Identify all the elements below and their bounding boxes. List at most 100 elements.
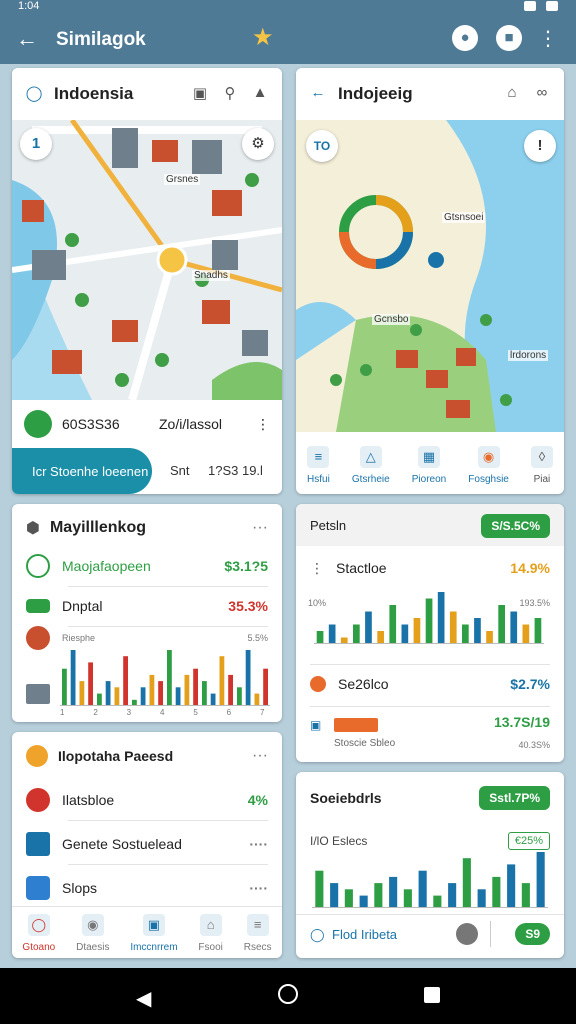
more-horiz-icon[interactable]: ··· <box>252 519 268 537</box>
map-label: Gcnsbo <box>372 314 411 325</box>
list-item[interactable]: Ilatsbloe 4% <box>26 786 268 814</box>
island-map-graphic <box>296 120 564 432</box>
more-vert-icon[interactable]: ⋮ <box>310 560 324 577</box>
list-icon: ≡ <box>307 445 330 468</box>
chart-bar <box>210 693 216 706</box>
chart-x-tick: 6 <box>226 708 232 717</box>
map-label: Snadhs <box>192 270 230 281</box>
map-number-badge[interactable]: 1 <box>20 128 52 160</box>
card-header: ⬢ Mayilllenkog ··· <box>26 516 268 540</box>
more-horiz-icon[interactable]: ··· <box>252 747 268 765</box>
tab-piai[interactable]: ◊ Piai <box>530 445 553 485</box>
places-tabs: ◯ Gtoano ◉ Dtaesis ▣ Imccnrrem ⌂ Fsooi ≡… <box>12 908 282 958</box>
divider <box>12 906 282 907</box>
nav-recents-icon[interactable] <box>424 987 440 1003</box>
stats-card-right[interactable]: Petsln S/S.5C% ⋮ Stactloe 14.9% 10% 193.… <box>296 504 564 762</box>
list-item[interactable]: Genete Sostuelead ···· <box>26 830 268 858</box>
arrow-back-icon[interactable]: ← <box>16 26 38 52</box>
tab-fsooi[interactable]: ⌂ Fsooi <box>198 913 223 953</box>
chart-bar <box>167 650 172 706</box>
map-alert-badge[interactable]: ! <box>524 130 556 162</box>
pill-aside-1: Snt <box>170 463 190 478</box>
tab-dtaesis[interactable]: ◉ Dtaesis <box>76 913 109 953</box>
bar-chart-left <box>60 650 270 706</box>
info-right: Zo/i/lassol <box>159 416 223 432</box>
list-item[interactable]: ⋮ Stactloe 14.9% <box>310 554 550 582</box>
chart-bar <box>365 611 372 644</box>
tab-gtoano[interactable]: ◯ Gtoano <box>22 913 56 953</box>
chart-bar <box>486 631 493 644</box>
row-label: Stoscie Sbleo <box>334 738 396 749</box>
chart-bar <box>374 883 383 908</box>
tab-imccnrrem[interactable]: ▣ Imccnrrem <box>130 913 178 953</box>
link-icon[interactable]: ∞ <box>532 84 552 104</box>
city-map[interactable]: 1 ⚙ Grsnes Snadhs <box>12 118 282 402</box>
list-item[interactable]: Dnptal 35.3% <box>26 592 268 620</box>
more-vert-icon[interactable]: ⋮ <box>256 416 270 433</box>
profile-icon[interactable]: ● <box>452 25 478 51</box>
chart-x-tick: 1 <box>60 708 65 717</box>
tab-label: Fosghsie <box>468 473 509 485</box>
island-map[interactable]: TO ! Gtsnsoei Gcnsbo lrdorons <box>296 120 564 432</box>
chart-bar <box>79 681 85 706</box>
nav-back-icon[interactable]: ◀ <box>136 986 151 1011</box>
compass-icon: ◉ <box>477 445 500 468</box>
tab-fosghsie[interactable]: ◉ Fosghsie <box>468 445 509 485</box>
divider <box>68 626 268 627</box>
chart-bar <box>536 852 545 908</box>
map-card-left[interactable]: ◯ Indoensia ▣ ⚲ ▲ 1 ⚙ Grsnes Snadhs 60S3… <box>12 68 282 494</box>
stats-card-left[interactable]: ⬢ Mayilllenkog ··· Maojafaopeen $3.1?5 D… <box>12 504 282 722</box>
map-title: Indojeeig <box>338 84 413 103</box>
tab-gtsrheie[interactable]: △ Gtsrheie <box>352 445 390 485</box>
orange-dot-icon <box>310 676 326 692</box>
chart-bar <box>462 624 469 644</box>
wifi-icon <box>524 1 536 11</box>
divider <box>310 664 550 665</box>
list-item[interactable]: Se26lco $2.7% <box>310 670 550 698</box>
chart-label: I/lO Eslecs <box>310 834 368 848</box>
map-settings-badge[interactable]: ⚙ <box>242 128 274 160</box>
map-card-right[interactable]: ← Indojeeig ⌂ ∞ TO ! Gtsnsoei Gcnsbo lrd… <box>296 68 564 494</box>
map-filter-badge[interactable]: TO <box>306 130 338 162</box>
map-action-pill[interactable]: Icr Stoenhe loeenen <box>12 448 152 494</box>
compass-icon: ◉ <box>81 913 104 936</box>
tab-hsfui[interactable]: ≡ Hsfui <box>307 445 330 485</box>
pill-aside-2: 1?S3 19.l <box>208 463 263 478</box>
chart-bar <box>377 631 384 644</box>
lock-icon[interactable]: ▣ <box>190 84 210 104</box>
card-title: Soeiebdrls <box>310 790 382 806</box>
star-icon[interactable]: ★ <box>252 23 274 52</box>
gauge-icon[interactable] <box>456 923 478 945</box>
tab-label: Fsooi <box>198 941 223 953</box>
bell-icon[interactable]: ▲ <box>250 84 270 104</box>
chart-bar <box>328 624 336 644</box>
nav-home-icon[interactable] <box>278 984 298 1004</box>
chart-bar <box>175 687 181 706</box>
row-value: 13.7S/19 <box>493 714 550 730</box>
cart-icon[interactable]: ■ <box>496 25 522 51</box>
footer-label[interactable]: Flod Iribeta <box>332 927 397 942</box>
sales-card[interactable]: Soeiebdrls Sstl.7P% I/lO Eslecs €25% ◯ F… <box>296 772 564 958</box>
tab-pioreon[interactable]: ▦ Pioreon <box>412 445 446 485</box>
row-value: $3.1?5 <box>224 558 268 574</box>
more-vert-icon[interactable]: ⋮ <box>538 26 558 51</box>
places-card[interactable]: Ilopotaha Paeesd ··· Ilatsbloe 4% Genete… <box>12 732 282 958</box>
tab-label: Gtoano <box>22 941 56 953</box>
globe-icon[interactable]: ◯ <box>24 84 44 104</box>
list-item[interactable]: Slops ···· <box>26 874 268 902</box>
card-title: Ilopotaha Paeesd <box>58 748 174 764</box>
chart-bar <box>477 889 486 908</box>
city-map-graphic <box>12 118 282 402</box>
chart-bar <box>449 611 457 644</box>
count-badge[interactable]: S9 <box>515 923 550 945</box>
arrow-back-icon[interactable]: ← <box>308 84 328 104</box>
home-icon[interactable]: ⌂ <box>502 84 522 104</box>
tab-rsecs[interactable]: ≡ Rsecs <box>244 913 272 953</box>
map-info-row: 60S3S36 Zo/i/lassol ⋮ <box>24 404 270 444</box>
main-content: ◯ Indoensia ▣ ⚲ ▲ 1 ⚙ Grsnes Snadhs 60S3… <box>0 64 576 968</box>
row-label: Slops <box>62 880 98 896</box>
chart-value: 5.5% <box>247 633 268 643</box>
search-icon[interactable]: ⚲ <box>220 84 240 104</box>
chart-bar <box>498 605 505 644</box>
list-item[interactable]: Maojafaopeen $3.1?5 <box>26 552 268 580</box>
